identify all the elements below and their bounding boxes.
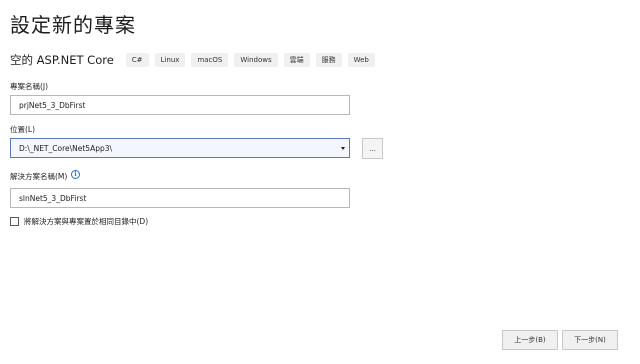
tag-cloud: 雲端 [283, 53, 310, 67]
same-directory-checkbox[interactable] [10, 217, 19, 226]
solution-name-input[interactable]: slnNet5_3_DbFirst [10, 188, 350, 208]
info-icon[interactable]: i [71, 170, 80, 179]
project-name-value: prjNet5_3_DbFirst [19, 100, 86, 110]
same-directory-label: 將解決方案與專案置於相同目錄中(D) [24, 217, 149, 226]
tag-csharp: C# [125, 53, 149, 67]
tag-macos: macOS [191, 53, 229, 67]
tag-windows: Windows [234, 53, 278, 67]
solution-name-value: slnNet5_3_DbFirst [19, 193, 87, 203]
template-name: 空的 ASP.NET Core [10, 53, 114, 67]
tag-web: Web [347, 53, 375, 67]
location-value: D:\_NET_Core\Net5App3\ [19, 143, 113, 153]
project-name-input[interactable]: prjNet5_3_DbFirst [10, 95, 350, 115]
location-combobox[interactable]: D:\_NET_Core\Net5App3\ [10, 138, 350, 158]
tag-linux: Linux [154, 53, 186, 67]
browse-button[interactable]: ... [362, 138, 383, 159]
dropdown-arrow-icon[interactable] [341, 147, 345, 150]
tag-service: 服務 [315, 53, 342, 67]
page-title: 設定新的專案 [10, 13, 136, 37]
back-button[interactable]: 上一步(B) [502, 330, 558, 350]
next-button[interactable]: 下一步(N) [562, 330, 618, 350]
solution-name-label: 解決方案名稱(M) [10, 172, 68, 181]
same-directory-option[interactable]: 將解決方案與專案置於相同目錄中(D) [10, 216, 148, 227]
project-name-label: 專案名稱(J) [10, 82, 49, 91]
location-label: 位置(L) [10, 125, 36, 134]
template-summary: 空的 ASP.NET Core C# Linux macOS Windows 雲… [10, 52, 381, 68]
